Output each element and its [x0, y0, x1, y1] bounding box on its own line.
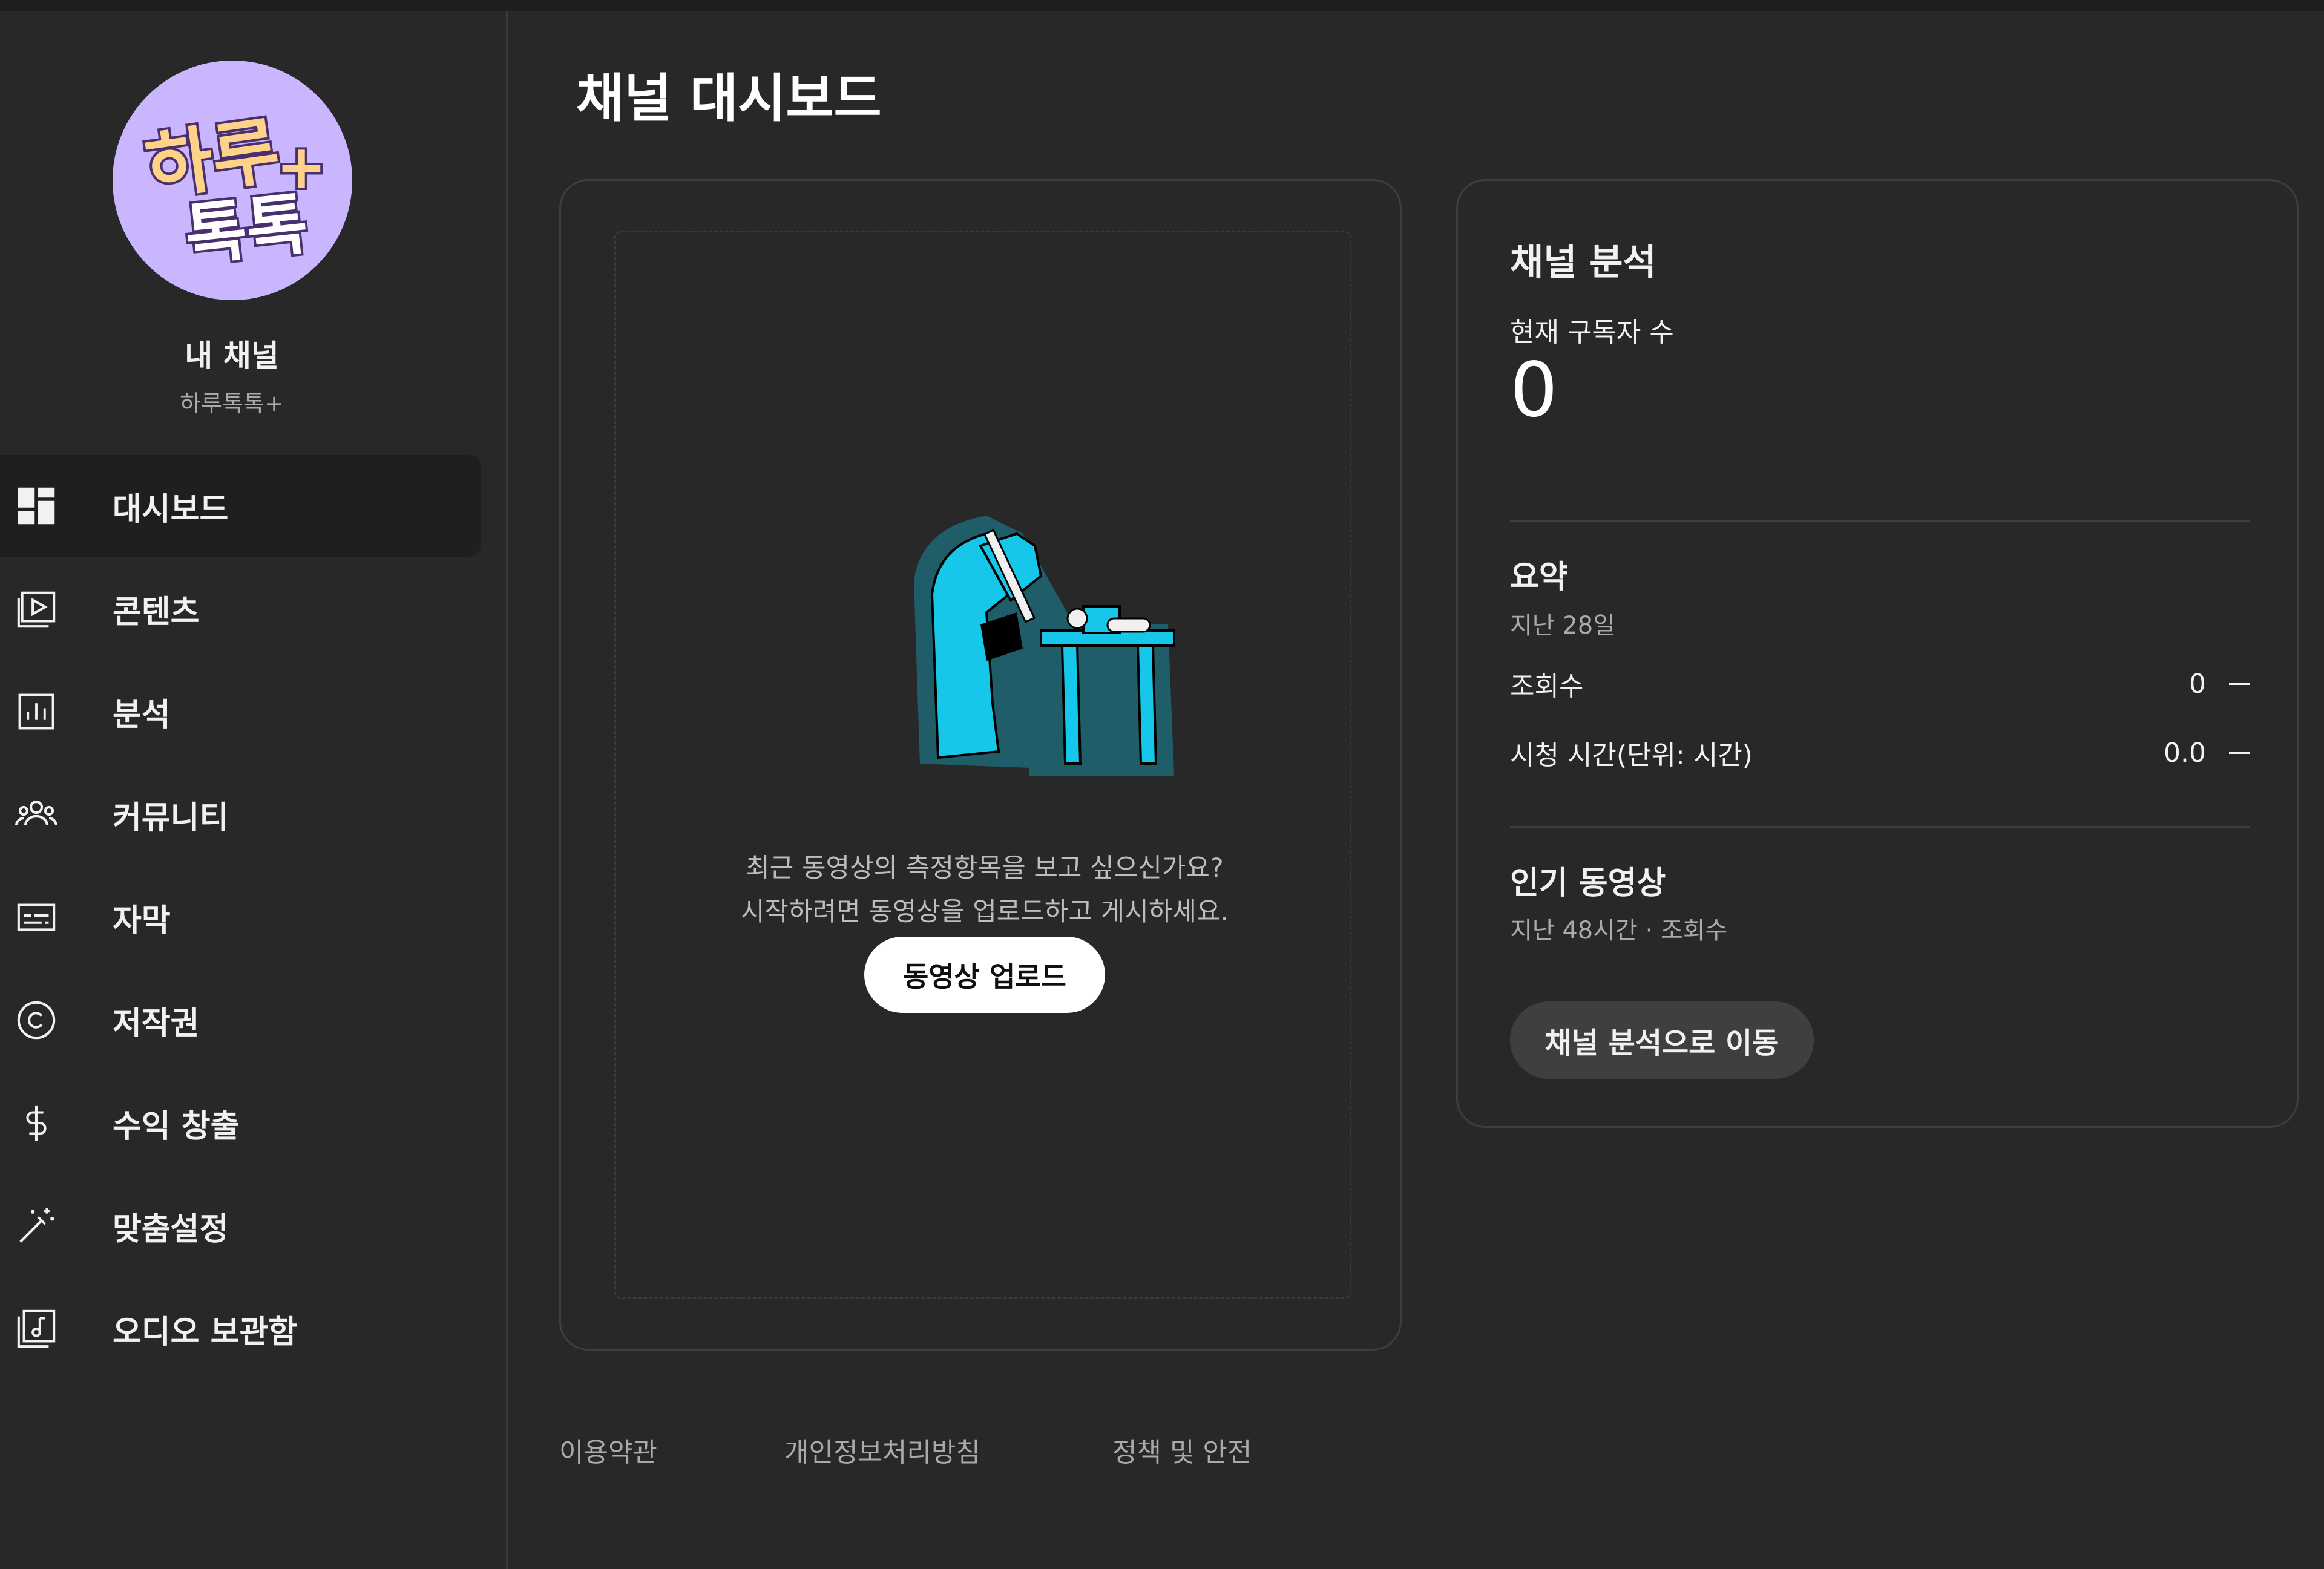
empty-state-line1: 최근 동영상의 측정항목을 보고 싶으신가요? [746, 853, 1224, 883]
sidebar-item-label: 자막 [113, 902, 171, 939]
footer-link-privacy[interactable]: 개인정보처리방침 [784, 1430, 980, 1469]
sidebar-item-label: 커뮤니티 [113, 799, 229, 836]
sidebar-item-label: 대시보드 [113, 491, 229, 528]
avatar-logo-icon: 하루 + 톡톡 [113, 61, 352, 300]
page-title: 채널 대시보드 [576, 68, 882, 129]
analytics-icon [15, 690, 58, 733]
sidebar-item-label: 맞춤설정 [113, 1211, 229, 1248]
metric-value: 0.0 [2164, 737, 2206, 768]
sidebar-item-analytics[interactable]: 분석 [0, 661, 481, 762]
sidebar: 하루 + 톡톡 내 채널 하루톡톡+ 대시보드 콘텐츠 분석 커뮤니티 자막 저… [0, 11, 508, 1569]
divider [1510, 826, 2250, 828]
upload-video-button[interactable]: 동영상 업로드 [864, 937, 1105, 1013]
dashboard-icon [15, 484, 58, 528]
sidebar-item-label: 콘텐츠 [113, 594, 200, 631]
trend-dash-icon [2229, 683, 2250, 685]
footer-link-terms[interactable]: 이용약관 [559, 1430, 657, 1469]
channel-title: 내 채널 [185, 338, 279, 373]
sidebar-item-audio-library[interactable]: 오디오 보관함 [0, 1278, 481, 1380]
summary-period: 지난 28일 [1510, 612, 1616, 640]
sidebar-item-label: 수익 창출 [113, 1108, 240, 1145]
metric-label: 조회수 [1510, 671, 1584, 702]
monetization-icon [15, 1101, 58, 1145]
summary-title: 요약 [1510, 559, 1568, 595]
analytics-card-title: 채널 분석 [1510, 241, 1656, 284]
trend-dash-icon [2229, 752, 2250, 754]
top-bar [0, 0, 2324, 11]
upload-dropzone: 최근 동영상의 측정항목을 보고 싶으신가요? 시작하려면 동영상을 업로드하고… [614, 231, 1351, 1299]
svg-text:톡톡: 톡톡 [182, 185, 312, 274]
top-videos-period: 지난 48시간 · 조회수 [1510, 917, 1728, 945]
copyright-icon [15, 998, 58, 1042]
go-to-analytics-button[interactable]: 채널 분석으로 이동 [1510, 1001, 1814, 1079]
divider [1510, 520, 2250, 522]
subscribers-label: 현재 구독자 수 [1510, 317, 1674, 348]
metric-row-views: 조회수 0 [1510, 663, 2250, 705]
footer-link-policy-safety[interactable]: 정책 및 안전 [1112, 1430, 1252, 1469]
sidebar-item-content[interactable]: 콘텐츠 [0, 558, 481, 660]
top-videos-title: 인기 동영상 [1510, 865, 1666, 902]
sidebar-item-community[interactable]: 커뮤니티 [0, 764, 481, 865]
sidebar-item-subtitles[interactable]: 자막 [0, 866, 481, 968]
empty-state-line2: 시작하려면 동영상을 업로드하고 게시하세요. [740, 897, 1229, 927]
microscope-illustration-icon [914, 516, 1175, 776]
subtitles-icon [15, 896, 58, 939]
channel-analytics-card: 채널 분석 현재 구독자 수 0 요약 지난 28일 조회수 0 시청 시간(단… [1456, 179, 2299, 1128]
metric-row-watch-time: 시청 시간(단위: 시간) 0.0 [1510, 732, 2250, 774]
sidebar-item-dashboard[interactable]: 대시보드 [0, 455, 481, 557]
sidebar-item-monetization[interactable]: 수익 창출 [0, 1072, 481, 1174]
channel-avatar[interactable]: 하루 + 톡톡 [113, 61, 352, 300]
subscribers-count: 0 [1510, 347, 1558, 434]
sidebar-item-label: 분석 [113, 696, 171, 733]
sidebar-item-customization[interactable]: 맞춤설정 [0, 1175, 481, 1277]
upload-card: 최근 동영상의 측정항목을 보고 싶으신가요? 시작하려면 동영상을 업로드하고… [559, 179, 1402, 1351]
channel-handle: 하루톡톡+ [180, 390, 284, 417]
sidebar-item-copyright[interactable]: 저작권 [0, 969, 481, 1071]
community-icon [15, 793, 58, 836]
customization-icon [15, 1204, 58, 1248]
audio-library-icon [15, 1307, 58, 1351]
content-icon [15, 587, 58, 631]
sidebar-item-label: 저작권 [113, 1005, 200, 1042]
metric-label: 시청 시간(단위: 시간) [1510, 740, 1753, 771]
metric-value: 0 [2189, 668, 2206, 699]
sidebar-item-label: 오디오 보관함 [113, 1314, 298, 1351]
